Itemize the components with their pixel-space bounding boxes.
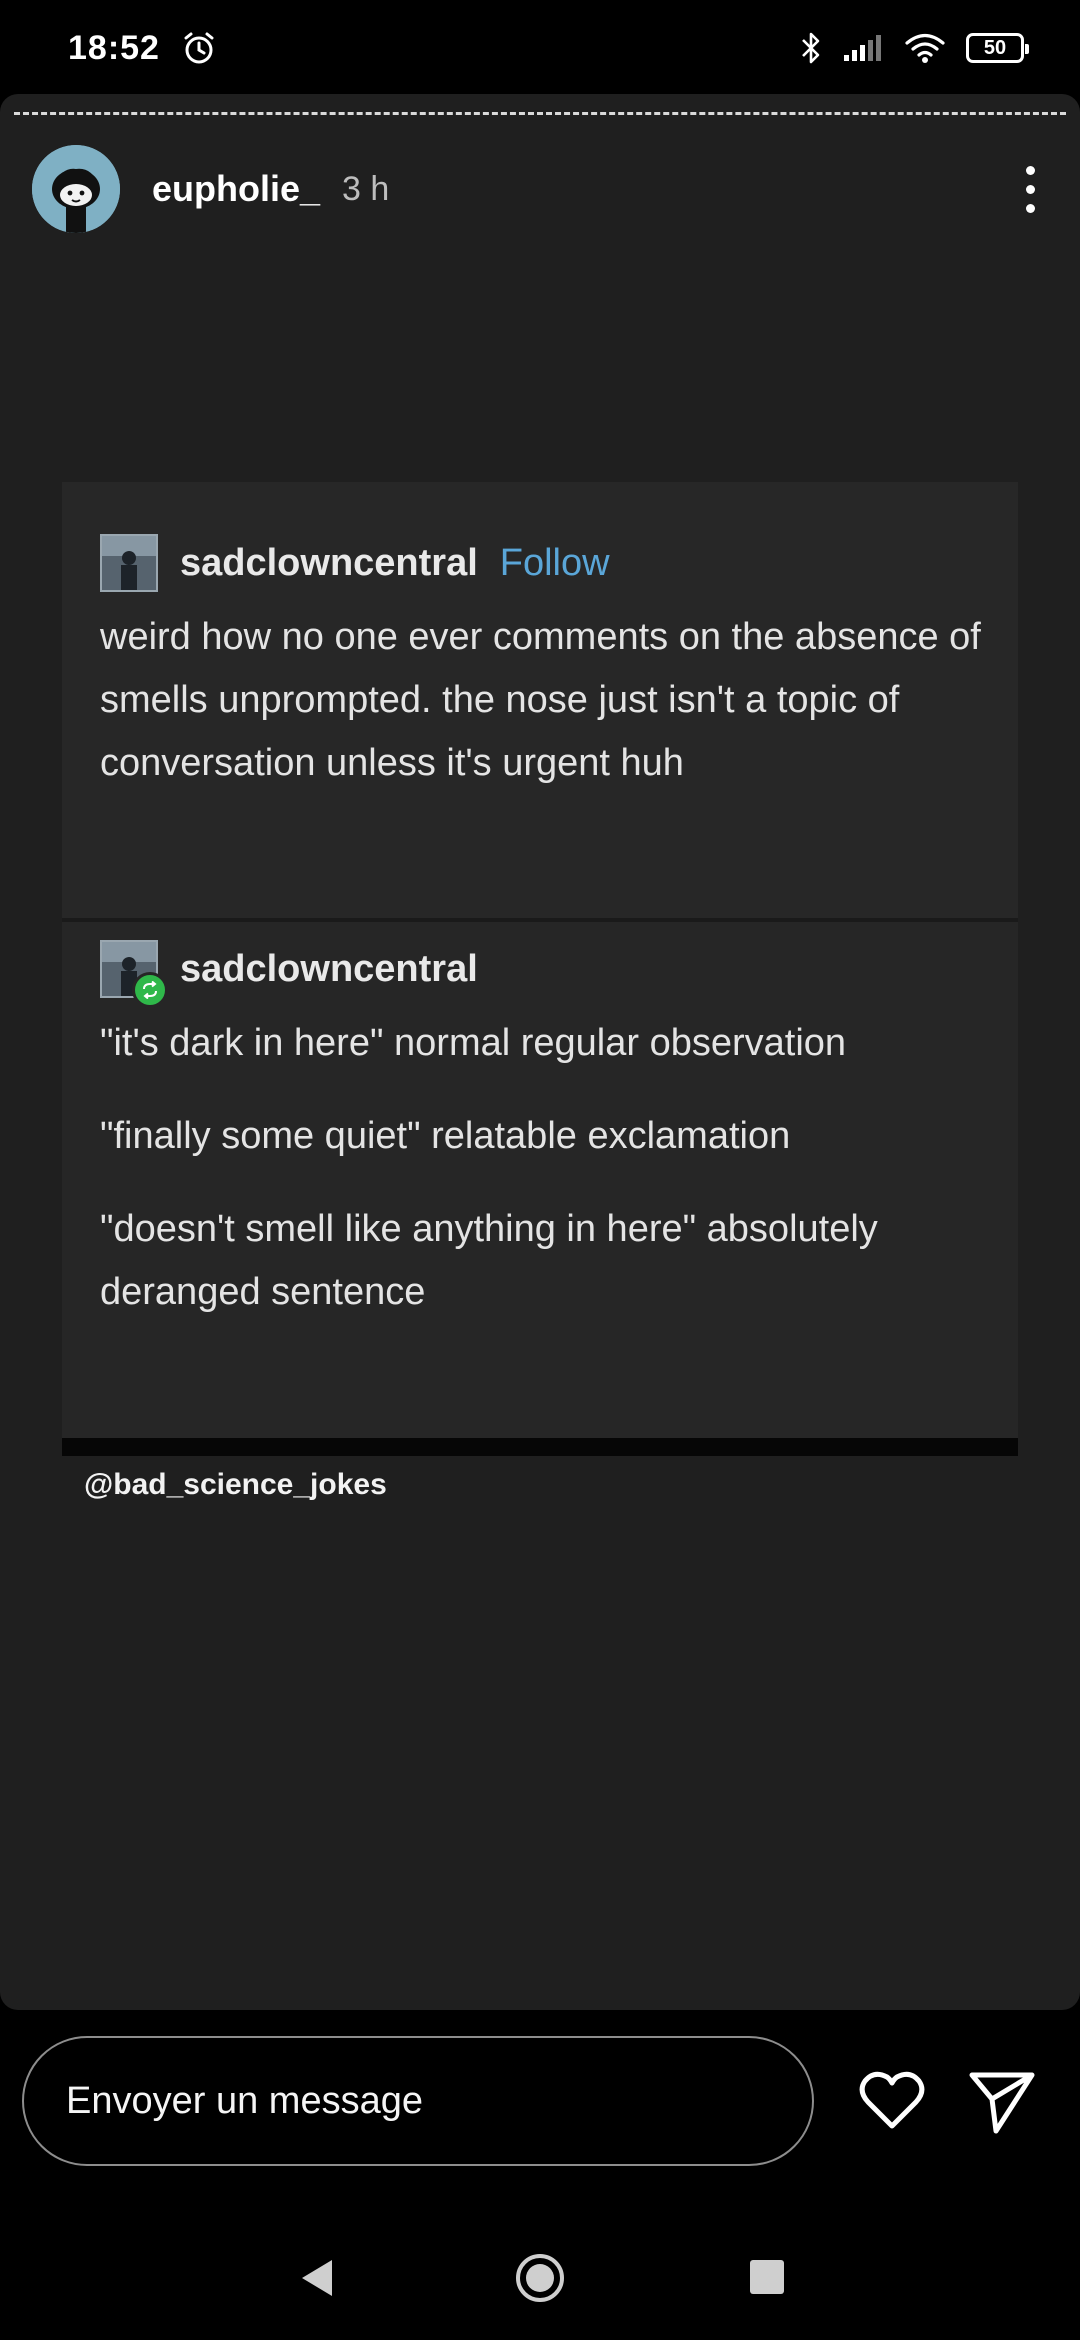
- more-dot: [1025, 184, 1035, 194]
- more-dot: [1025, 165, 1035, 175]
- status-right: 50: [800, 30, 1029, 66]
- reblog-arrows-icon: [143, 981, 157, 999]
- status-bar: 18:52 50: [0, 0, 1080, 96]
- alarm-icon: [184, 32, 214, 64]
- reblog-line: "it's dark in here" normal regular obser…: [100, 1022, 847, 1064]
- heart-icon[interactable]: [856, 2065, 928, 2137]
- battery-icon: 50: [966, 33, 1029, 63]
- battery-level: 50: [983, 36, 1007, 59]
- more-dot: [1025, 203, 1035, 213]
- mention-sticker[interactable]: @bad_science_jokes: [84, 1468, 387, 1502]
- more-vertical-icon[interactable]: [1010, 159, 1050, 219]
- original-author-row: sadclowncentral Follow: [100, 534, 610, 592]
- recents-icon[interactable]: [750, 2260, 784, 2294]
- avatar-illustration: [32, 145, 120, 233]
- reblog-line: "finally some quiet" relatable exclamati…: [100, 1115, 791, 1157]
- post-bottom-edge: [62, 1438, 1018, 1456]
- story-header: eupholie_ 3 h: [32, 144, 1050, 234]
- original-author-name: sadclowncentral: [180, 541, 478, 584]
- story-progress-bar: [14, 112, 1066, 115]
- story-username[interactable]: eupholie_: [152, 168, 320, 210]
- status-left: 18:52: [68, 29, 216, 68]
- reblog-author-row: sadclowncentral: [100, 940, 478, 1008]
- message-input[interactable]: Envoyer un message: [22, 2036, 814, 2166]
- wifi-icon: [905, 33, 945, 63]
- send-icon[interactable]: [966, 2065, 1038, 2137]
- follow-link: Follow: [499, 541, 610, 584]
- clock: 18:52: [68, 28, 160, 67]
- back-icon[interactable]: [296, 2256, 336, 2300]
- signal-icon: [844, 35, 881, 61]
- bluetooth-icon: [802, 32, 820, 64]
- reblog-author-avatar: [100, 940, 168, 1008]
- reblog-author-name: sadclowncentral: [180, 947, 478, 990]
- message-input-placeholder: Envoyer un message: [66, 2079, 423, 2122]
- story-post-image: sadclowncentral Follow weird how no one …: [62, 482, 1018, 1456]
- original-author-avatar: [100, 534, 158, 592]
- person-icon: [102, 536, 156, 590]
- home-icon[interactable]: [514, 2252, 566, 2304]
- avatar[interactable]: [32, 145, 120, 233]
- post-divider: [62, 918, 1018, 922]
- story-time: 3 h: [342, 169, 390, 208]
- reblog-icon: [132, 972, 168, 1008]
- reblog-line: "doesn't smell like anything in here" ab…: [100, 1208, 878, 1313]
- original-post-text: weird how no one ever comments on the ab…: [100, 616, 981, 784]
